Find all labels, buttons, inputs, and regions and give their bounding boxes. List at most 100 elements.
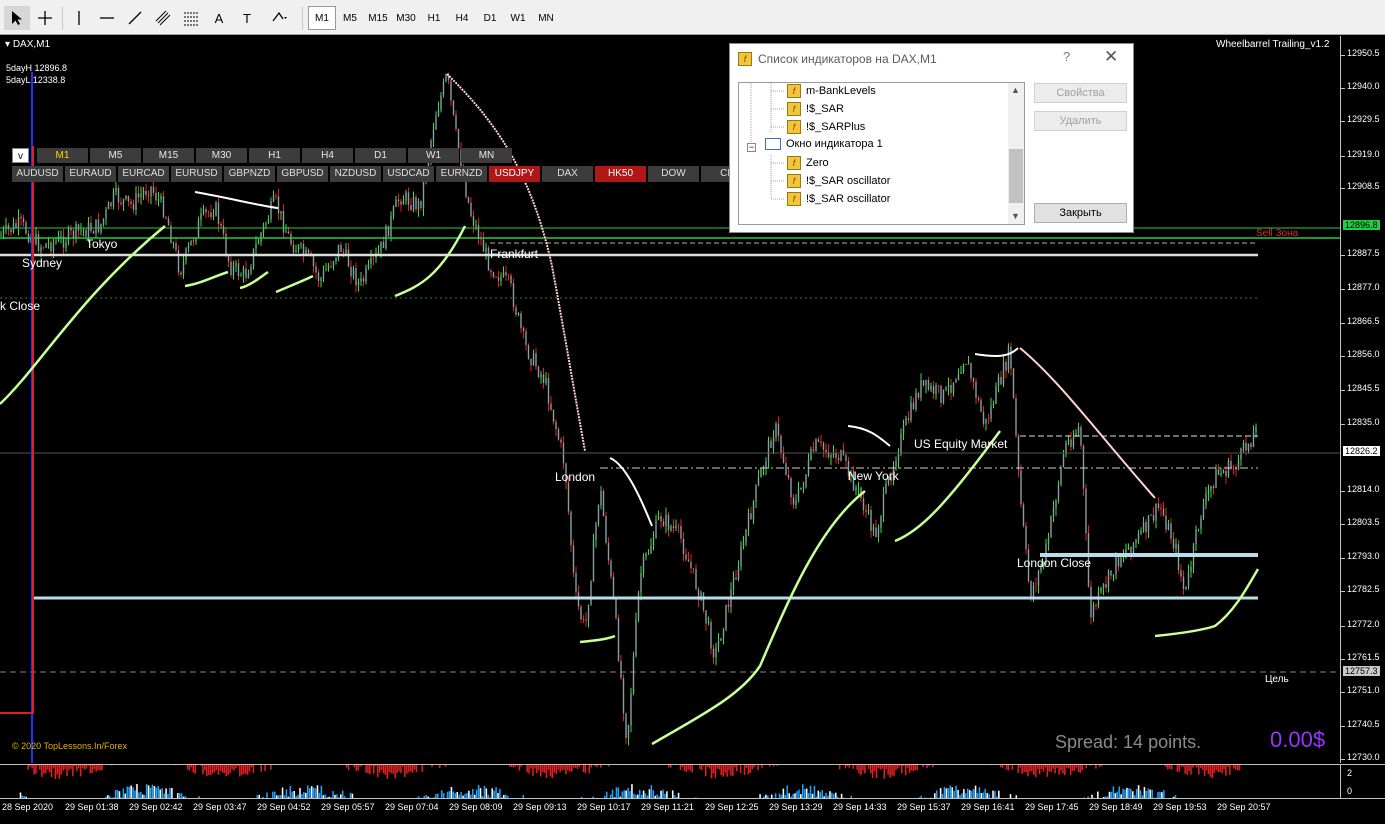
oscillator-bar	[576, 765, 579, 769]
indicator-window-item[interactable]: Окно индикатора 1	[765, 138, 883, 150]
scroll-down-icon[interactable]: ▼	[1011, 211, 1020, 221]
help-button[interactable]: ?	[1063, 49, 1070, 64]
text-label-icon[interactable]: T	[234, 6, 260, 30]
scrollbar[interactable]: ▲ ▼	[1008, 83, 1024, 224]
collapse-toggle[interactable]: −	[747, 143, 756, 152]
fibonacci-icon[interactable]	[178, 6, 204, 30]
timeframe-button-m30[interactable]: M30	[392, 6, 420, 30]
oscillator-bar	[963, 789, 965, 798]
channel-icon[interactable]	[150, 6, 176, 30]
indicator-tree[interactable]: − f m-BankLevels f !$_SAR f !$_SARPlus Окно ин…	[738, 82, 1025, 225]
price-axis-tick	[1341, 424, 1345, 425]
oscillator-bar	[145, 784, 148, 798]
properties-button[interactable]: Свойства	[1034, 83, 1127, 103]
trailing-stop-down	[1019, 347, 1156, 499]
oscillator-bar	[215, 765, 218, 771]
crosshair-icon[interactable]	[32, 6, 58, 30]
symbol-button-audusd[interactable]: AUDUSD	[12, 166, 63, 182]
trendline-icon[interactable]	[122, 6, 148, 30]
oscillator-bar	[1180, 765, 1183, 767]
symbol-button-gbpusd[interactable]: GBPUSD	[277, 166, 328, 182]
symbol-button-dow[interactable]: DOW	[648, 166, 699, 182]
oscillator-bar	[1221, 765, 1223, 774]
price-axis[interactable]: 12950.5 12940.0 12929.5 12919.0 12908.5 12887…	[1340, 36, 1385, 763]
timeframe-button-m5[interactable]: M5	[336, 6, 364, 30]
tf-strip-m15[interactable]: M15	[143, 148, 194, 163]
oscillator-bar	[887, 765, 889, 775]
timeframe-button-d1[interactable]: D1	[476, 6, 504, 30]
symbol-button-usdcad[interactable]: USDCAD	[383, 166, 434, 182]
timeframe-button-w1[interactable]: W1	[504, 6, 532, 30]
tf-strip-mn[interactable]: MN	[461, 148, 512, 163]
tf-strip-m1[interactable]: M1	[37, 148, 88, 163]
close-icon[interactable]: ✕	[1104, 47, 1118, 67]
scroll-up-icon[interactable]: ▲	[1011, 85, 1020, 95]
oscillator-window[interactable]	[0, 764, 1340, 798]
tf-strip-d1[interactable]: D1	[355, 148, 406, 163]
tf-strip-toggle[interactable]: v	[12, 148, 29, 163]
indicator-item[interactable]: f !$_SAR	[787, 102, 844, 116]
symbol-button-usdjpy[interactable]: USDJPY	[489, 166, 540, 182]
price-chart[interactable]	[0, 36, 1340, 763]
timeframe-button-h4[interactable]: H4	[448, 6, 476, 30]
text-label-icon-label: T	[243, 10, 251, 26]
tf-strip-h4[interactable]: H4	[302, 148, 353, 163]
oscillator-bar	[704, 765, 707, 777]
delete-button[interactable]: Удалить	[1034, 111, 1127, 131]
price-axis-tick	[1341, 659, 1345, 660]
horizontal-line-icon[interactable]	[94, 6, 120, 30]
text-icon[interactable]: A	[206, 6, 232, 30]
oscillator-bar	[235, 765, 237, 768]
oscillator-bar	[1219, 765, 1221, 772]
indicator-item[interactable]: f !$_SAR oscillator	[787, 174, 890, 188]
timeframe-button-h1[interactable]: H1	[420, 6, 448, 30]
symbol-button-eurusd[interactable]: EURUSD	[171, 166, 222, 182]
oscillator-bar	[648, 789, 651, 798]
indicator-item[interactable]: f Zero	[787, 156, 829, 170]
oscillator-bar	[671, 790, 674, 798]
timeframe-button-m15[interactable]: M15	[364, 6, 392, 30]
oscillator-bar	[374, 765, 377, 767]
tf-strip-m30[interactable]: M30	[196, 148, 247, 163]
tf-strip-h1[interactable]: H1	[249, 148, 300, 163]
cursor-icon[interactable]	[4, 6, 30, 30]
symbol-button-hk50[interactable]: HK50	[595, 166, 646, 182]
indicator-item[interactable]: f !$_SAR oscillator	[787, 192, 890, 206]
oscillator-bar	[404, 765, 406, 778]
tf-strip-w1[interactable]: W1	[408, 148, 459, 163]
sell-zone-label: Sell Зона	[1256, 228, 1299, 239]
symbol-button-euraud[interactable]: EURAUD	[65, 166, 116, 182]
symbol-button-eurcad[interactable]: EURCAD	[118, 166, 169, 182]
symbol-button-nzdusd[interactable]: NZDUSD	[330, 166, 381, 182]
timeframe-button-mn[interactable]: MN	[532, 6, 560, 30]
symbol-button-eurnzd[interactable]: EURNZD	[436, 166, 487, 182]
oscillator-bar	[194, 765, 196, 774]
time-axis[interactable]: 28 Sep 2020 29 Sep 01:38 29 Sep 02:42 29 Se…	[0, 798, 1385, 824]
indicator-icon: f	[787, 192, 801, 206]
price-axis-tick	[1341, 390, 1345, 391]
oscillator-bar	[1132, 791, 1134, 798]
vertical-line-icon[interactable]	[66, 6, 92, 30]
oscillator-bar	[190, 765, 193, 768]
oscillator-bar	[687, 765, 690, 770]
tf-strip-m5[interactable]: M5	[90, 148, 141, 163]
indicator-item[interactable]: f m-BankLevels	[787, 84, 876, 98]
shapes-icon[interactable]	[262, 6, 296, 30]
price-axis-label: 12919.0	[1347, 149, 1380, 159]
oscillator-bar	[402, 765, 404, 767]
oscillator-bar	[627, 787, 629, 798]
price-axis-label: 12835.0	[1347, 417, 1380, 427]
oscillator-bar	[231, 765, 233, 770]
timeframe-button-m1[interactable]: M1	[308, 6, 336, 30]
oscillator-bar	[1178, 765, 1181, 772]
symbol-button-gbpnzd[interactable]: GBPNZD	[224, 166, 275, 182]
oscillator-bar	[60, 765, 63, 775]
dialog-close-button[interactable]: Закрыть	[1034, 203, 1127, 223]
symbol-menu-icon[interactable]: ▾	[5, 39, 13, 50]
price-axis-label: 12730.0	[1347, 752, 1380, 762]
oscillator-bar	[1056, 765, 1058, 769]
indicator-item[interactable]: f !$_SARPlus	[787, 120, 865, 134]
scroll-thumb[interactable]	[1009, 149, 1023, 203]
symbol-button-dax[interactable]: DAX	[542, 166, 593, 182]
trailing-stop-up	[651, 490, 866, 746]
